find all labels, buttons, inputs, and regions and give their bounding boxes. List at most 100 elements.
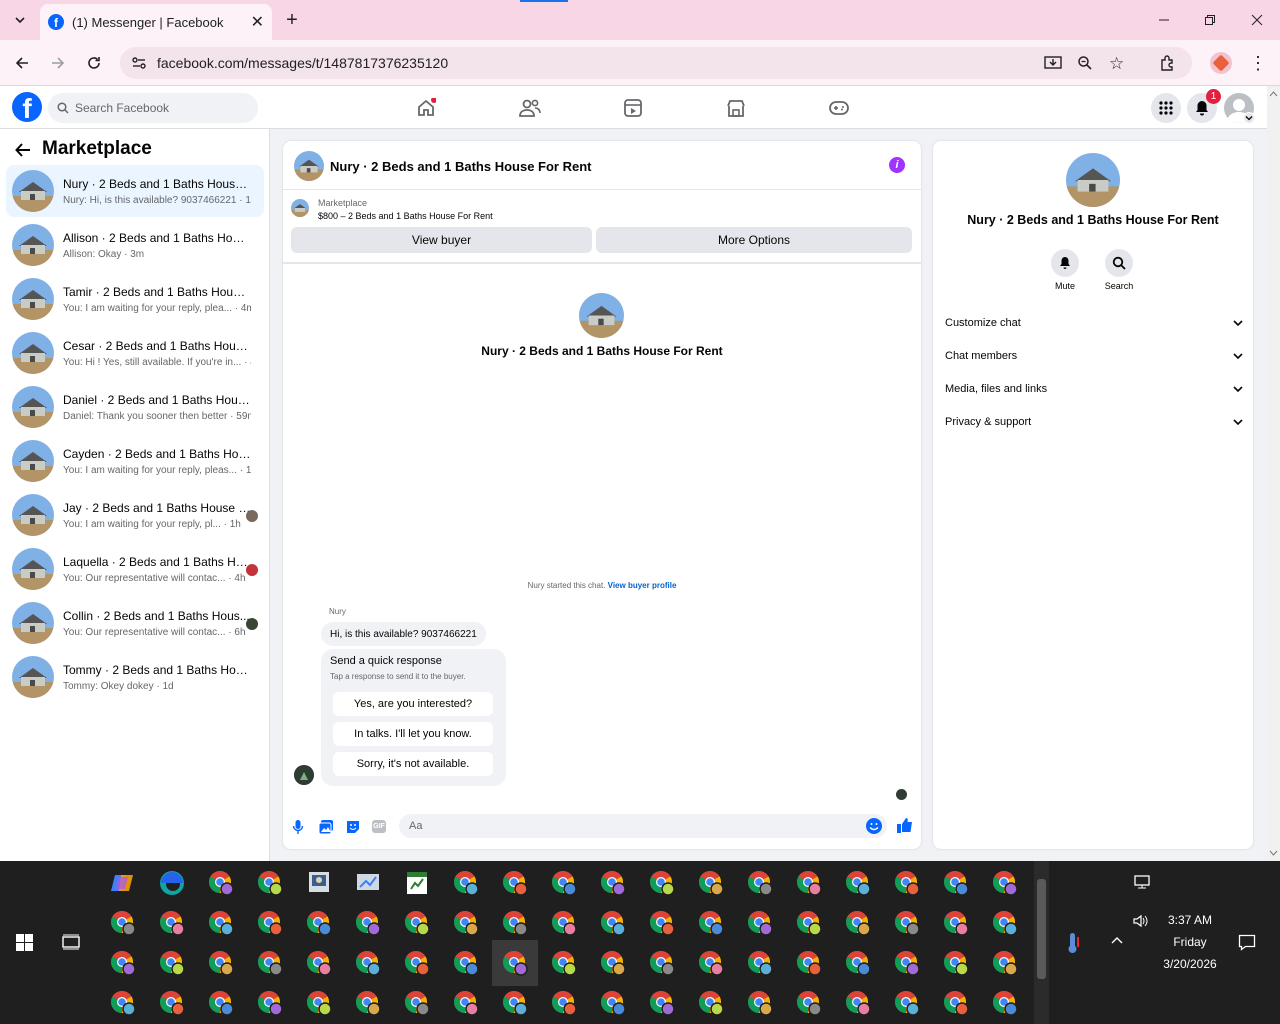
chrome-profile-icon[interactable] [354,989,382,1017]
like-thumb-icon[interactable] [896,817,913,834]
chrome-profile-icon[interactable] [501,869,529,897]
chrome-profile-icon[interactable] [452,869,480,897]
chrome-profile-icon[interactable] [207,989,235,1017]
video-nav-icon[interactable] [623,98,643,118]
chrome-profile-icon[interactable] [893,989,921,1017]
customize-chat-row[interactable]: Customize chat [945,313,1243,333]
task-view-icon[interactable] [62,934,80,950]
notification-center-icon[interactable] [1238,934,1256,951]
chrome-profile-icon[interactable] [256,909,284,937]
settings-app-icon[interactable] [354,869,382,897]
conversation-item[interactable]: Allison · 2 Beds and 1 Baths House... All… [6,219,264,271]
chrome-profile-icon[interactable] [550,949,578,977]
conversation-item[interactable]: Cesar · 2 Beds and 1 Baths House F... You… [6,327,264,379]
voice-clip-icon[interactable] [292,819,304,835]
chrome-profile-icon[interactable] [697,869,725,897]
privacy-support-row[interactable]: Privacy & support [945,412,1243,432]
message-bubble[interactable]: Hi, is this available? 9037466221 [321,622,486,646]
volume-icon[interactable] [1132,913,1150,929]
back-arrow-icon[interactable] [14,141,32,159]
show-hidden-icons-icon[interactable] [1110,935,1124,945]
clock-day[interactable]: Friday [1160,935,1220,949]
forward-icon[interactable] [44,49,72,77]
quick-reply-in-talks[interactable]: In talks. I'll let you know. [333,722,493,746]
copilot-icon[interactable] [109,869,137,897]
back-icon[interactable] [8,49,36,77]
chrome-profile-icon[interactable] [305,909,333,937]
chrome-profile-icon[interactable] [746,869,774,897]
chrome-profile-icon[interactable] [991,949,1019,977]
browser-tab[interactable]: f (1) Messenger | Facebook ✕ [40,4,272,40]
chrome-profile-icon[interactable] [109,989,137,1017]
chrome-profile-icon[interactable] [207,949,235,977]
conversation-item[interactable]: Tamir · 2 Beds and 1 Baths House F... You… [6,273,264,325]
chrome-profile-icon[interactable] [697,949,725,977]
chrome-profile-icon[interactable] [746,949,774,977]
chrome-profile-icon[interactable] [599,909,627,937]
chrome-profile-icon[interactable] [452,949,480,977]
search-in-chat-button[interactable] [1105,249,1133,277]
extensions-icon[interactable] [1154,49,1182,77]
app-window-icon[interactable] [305,869,333,897]
bookmark-star-icon[interactable]: ☆ [1109,54,1124,74]
listing-thumbnail[interactable] [291,199,309,217]
chrome-profile-icon[interactable] [452,909,480,937]
chrome-profile-icon[interactable] [844,989,872,1017]
search-facebook-input[interactable]: Search Facebook [48,93,258,123]
more-options-button[interactable]: More Options [596,227,912,253]
chrome-profile-icon[interactable] [746,909,774,937]
chat-header-avatar[interactable] [294,151,324,181]
media-files-row[interactable]: Media, files and links [945,379,1243,399]
conversation-item[interactable]: Daniel · 2 Beds and 1 Baths House ... Dan… [6,381,264,433]
home-nav-icon[interactable] [416,98,436,118]
chrome-profile-icon[interactable] [893,949,921,977]
chrome-profile-icon[interactable] [158,949,186,977]
chrome-profile-icon[interactable] [599,989,627,1017]
chrome-profile-icon[interactable] [844,869,872,897]
buyer-avatar[interactable] [294,765,314,785]
temperature-icon[interactable] [1065,931,1081,955]
chrome-profile-icon[interactable] [403,989,431,1017]
tab-close-icon[interactable]: ✕ [251,12,264,32]
chat-title[interactable]: Nury · 2 Beds and 1 Baths House For Rent [330,159,592,174]
reload-icon[interactable] [80,49,108,77]
windows-start-icon[interactable] [16,934,33,951]
chrome-profile-icon[interactable] [256,989,284,1017]
quick-reply-not-available[interactable]: Sorry, it's not available. [333,752,493,776]
chrome-profile-icon[interactable] [354,909,382,937]
account-chevron-icon[interactable] [1243,112,1255,124]
spreadsheet-app-icon[interactable] [403,869,431,897]
network-icon[interactable] [1133,874,1151,890]
chrome-profile-icon[interactable] [501,989,529,1017]
quick-reply-interested[interactable]: Yes, are you interested? [333,692,493,716]
conversation-item[interactable]: Laquella · 2 Beds and 1 Baths Ho... You: … [6,543,264,595]
chrome-profile-icon[interactable] [697,909,725,937]
chrome-profile-icon[interactable] [599,869,627,897]
chrome-profile-icon[interactable] [942,909,970,937]
chrome-profile-icon[interactable] [893,869,921,897]
install-app-icon[interactable] [1044,55,1062,71]
chrome-profile-icon[interactable] [795,989,823,1017]
menu-grid-icon[interactable] [1151,93,1181,123]
chrome-profile-icon[interactable] [354,949,382,977]
message-input[interactable]: Aa [399,814,887,838]
chrome-profile-icon[interactable] [109,909,137,937]
clock-date[interactable]: 3/20/2026 [1155,957,1225,971]
zoom-icon[interactable] [1077,55,1093,71]
site-info-icon[interactable] [131,55,147,71]
chrome-profile-icon[interactable] [648,989,676,1017]
tab-search-icon[interactable] [6,6,34,34]
conversation-item[interactable]: Tommy · 2 Beds and 1 Baths House... Tommy… [6,651,264,703]
chrome-profile-icon[interactable] [158,989,186,1017]
chrome-profile-icon[interactable] [501,909,529,937]
gaming-nav-icon[interactable] [829,99,849,117]
chrome-profile-icon[interactable] [942,869,970,897]
view-buyer-profile-link[interactable]: View buyer profile [608,581,677,590]
chrome-profile-icon[interactable] [550,989,578,1017]
chrome-profile-icon[interactable] [305,989,333,1017]
edge-icon[interactable] [158,869,186,897]
chrome-profile-icon[interactable] [599,949,627,977]
chrome-profile-icon[interactable] [746,989,774,1017]
gif-icon[interactable]: GIF [372,820,386,833]
emoji-icon[interactable] [866,818,882,834]
